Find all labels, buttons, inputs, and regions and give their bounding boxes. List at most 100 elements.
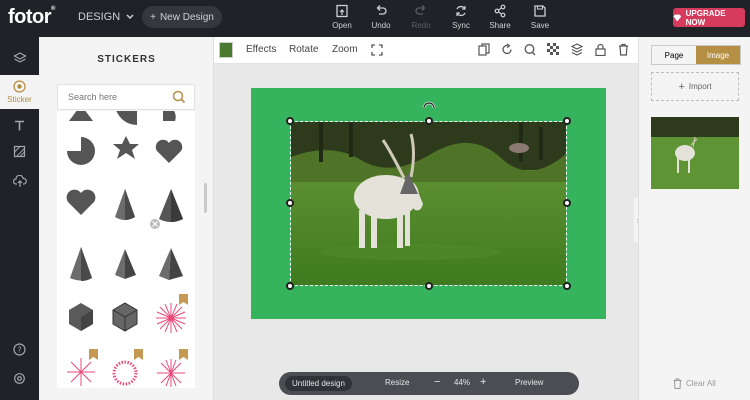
sticker-star[interactable] <box>113 136 139 159</box>
premium-badge-icon <box>179 294 188 305</box>
sticker-pyramid[interactable] <box>115 249 136 279</box>
rail-item-background[interactable] <box>0 135 39 167</box>
sticker-cube[interactable] <box>69 303 93 331</box>
resize-handle-bottom-right[interactable] <box>563 282 571 290</box>
sync-label: Sync <box>452 21 470 30</box>
new-design-button[interactable]: + New Design <box>142 6 222 28</box>
design-menu-label: DESIGN <box>78 11 121 23</box>
trash-icon[interactable] <box>618 43 629 56</box>
chevron-down-icon <box>126 14 134 20</box>
resize-handle-top-left[interactable] <box>286 117 294 125</box>
effects-button[interactable]: Effects <box>246 44 276 55</box>
sticker-heart-2[interactable] <box>66 189 96 215</box>
sticker-ring-burst[interactable] <box>112 360 138 386</box>
design-menu[interactable]: DESIGN <box>78 11 134 23</box>
sticker-search <box>57 84 195 110</box>
layer-order-icon[interactable] <box>571 43 583 56</box>
sticker-heart[interactable] <box>155 139 183 163</box>
left-rail: Sticker ? <box>0 37 39 400</box>
resize-button[interactable]: Resize <box>385 378 409 387</box>
sticker-pie-quarter[interactable] <box>115 111 137 126</box>
rotate-button[interactable]: Rotate <box>289 44 318 55</box>
search-input[interactable] <box>58 85 168 109</box>
image-thumbnail[interactable] <box>651 117 739 189</box>
zoom-button[interactable]: Zoom <box>332 44 358 55</box>
open-button[interactable]: Open <box>325 4 359 30</box>
sync-button[interactable]: Sync <box>444 4 478 30</box>
resize-handle-right[interactable] <box>563 199 571 207</box>
sticker-burst-lines[interactable] <box>67 358 95 386</box>
sticker-pie-three-quarter[interactable] <box>67 137 95 165</box>
layers-icon <box>12 52 27 63</box>
help-icon: ? <box>13 342 26 356</box>
tab-image[interactable]: Image <box>696 46 740 64</box>
tab-page[interactable]: Page <box>652 46 696 64</box>
rail-item-settings[interactable] <box>0 362 39 394</box>
rail-item-upload[interactable] <box>0 165 39 197</box>
plus-icon: + <box>678 80 685 93</box>
sticker-pyramid-2[interactable] <box>159 248 183 280</box>
resize-handle-top[interactable] <box>425 117 433 125</box>
share-button[interactable]: Share <box>483 4 517 30</box>
upgrade-label: UPGRADE NOW <box>685 8 726 27</box>
logo-text: fotor <box>8 6 52 28</box>
panel-title: STICKERS <box>97 54 156 65</box>
sticker-half-circle[interactable] <box>163 111 176 121</box>
sticker-cone-2[interactable] <box>159 189 183 222</box>
save-icon <box>534 5 546 17</box>
rotate-icon[interactable] <box>501 43 513 56</box>
resize-handle-bottom[interactable] <box>425 282 433 290</box>
undo-button[interactable]: Undo <box>364 4 398 30</box>
sticker-icon <box>13 80 26 93</box>
redo-label: Redo <box>411 21 431 30</box>
clear-all-label: Clear All <box>686 379 716 388</box>
selected-photo[interactable] <box>290 121 567 286</box>
search-icon[interactable] <box>172 90 186 104</box>
resize-handle-bottom-left[interactable] <box>286 282 294 290</box>
transparency-icon[interactable] <box>547 43 559 55</box>
top-bar: fotor® DESIGN + New Design Open Undo Red… <box>0 0 750 37</box>
open-label: Open <box>332 21 352 30</box>
upgrade-now-button[interactable]: UPGRADE NOW <box>673 8 745 27</box>
premium-badge-icon-2 <box>89 349 98 360</box>
premium-badge-icon-3 <box>134 349 143 360</box>
zoom-out-button[interactable]: − <box>434 376 440 388</box>
duplicate-icon[interactable] <box>478 43 490 56</box>
clear-all-button[interactable]: Clear All <box>673 378 716 389</box>
rail-item-layers[interactable] <box>0 42 39 74</box>
rail-item-sticker[interactable]: Sticker <box>0 75 39 109</box>
zoom-in-button[interactable]: + <box>480 376 486 388</box>
fotor-logo[interactable]: fotor® <box>8 6 55 29</box>
rail-item-help[interactable]: ? <box>0 333 39 365</box>
sticker-cone[interactable] <box>115 189 135 220</box>
sticker-triangle[interactable] <box>69 111 93 121</box>
redo-icon <box>415 5 426 15</box>
share-icon <box>494 4 506 18</box>
import-button[interactable]: + Import <box>651 72 739 101</box>
sticker-cube-outline[interactable] <box>112 302 138 332</box>
design-name[interactable]: Untitled design <box>285 376 352 391</box>
bottom-bar: Untitled design Resize − 44% + Preview <box>279 372 579 395</box>
rail-sticker-label: Sticker <box>7 95 32 104</box>
save-label: Save <box>530 21 550 30</box>
save-button[interactable]: Save <box>523 4 557 30</box>
sticker-burst-pink[interactable] <box>156 303 186 333</box>
zoom-level: 44% <box>454 378 471 387</box>
right-panel: Page Image + Import Clear All <box>638 37 750 400</box>
crop-shape-icon[interactable] <box>524 43 536 56</box>
preview-button[interactable]: Preview <box>515 378 543 387</box>
panel-scrollbar[interactable] <box>204 183 207 213</box>
lock-icon[interactable] <box>595 43 606 56</box>
sticker-grid <box>57 111 195 388</box>
sticker-cone-3[interactable] <box>70 247 92 281</box>
fit-screen-icon[interactable] <box>371 44 383 56</box>
diamond-icon <box>673 14 682 21</box>
open-icon <box>336 4 348 18</box>
trash-icon <box>673 378 682 389</box>
remove-icon[interactable] <box>150 219 160 229</box>
resize-handle-left[interactable] <box>286 199 294 207</box>
resize-handle-top-right[interactable] <box>563 117 571 125</box>
rotate-handle-icon[interactable] <box>422 101 436 111</box>
sticker-burst-pink-2[interactable] <box>157 359 185 387</box>
redo-button[interactable]: Redo <box>404 4 438 30</box>
